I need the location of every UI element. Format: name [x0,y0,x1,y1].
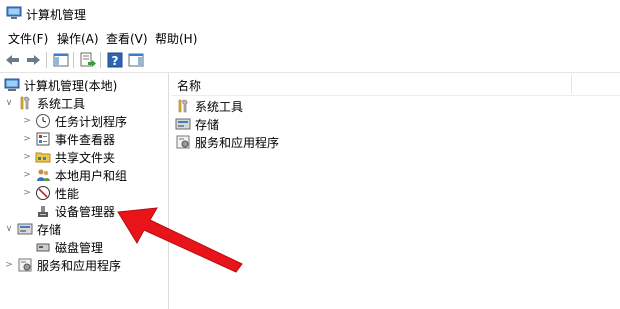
annotation-arrow [117,207,243,273]
